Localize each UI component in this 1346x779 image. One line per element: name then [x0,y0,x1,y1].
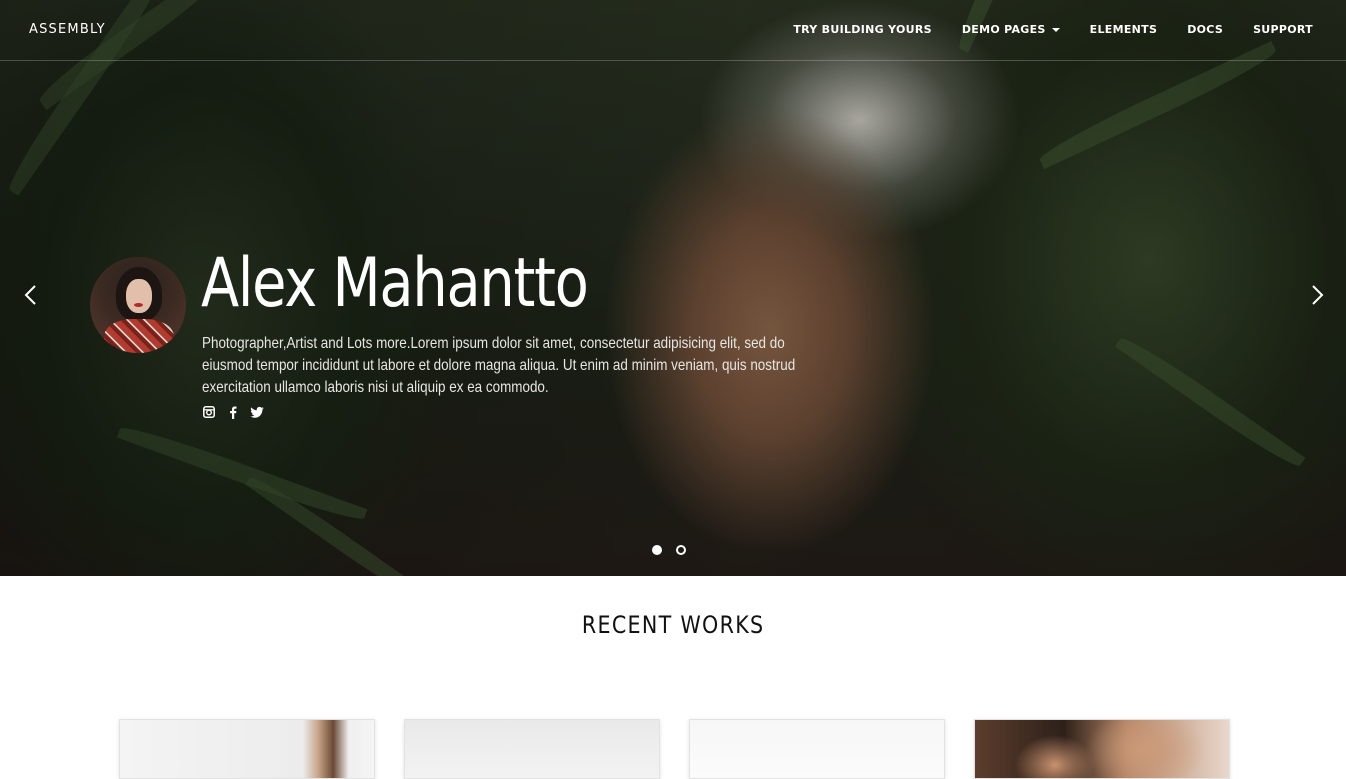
work-card-1[interactable] [119,719,375,779]
facebook-icon [230,406,237,419]
nav-try-building-yours[interactable]: TRY BUILDING YOURS [793,23,932,36]
twitter-link[interactable] [250,405,264,419]
section-title-text: RECENT WORKS [581,611,765,639]
instagram-link[interactable] [202,405,216,419]
carousel-indicators [652,545,686,555]
carousel-next-button[interactable] [1304,283,1328,307]
avatar-lips [134,303,143,307]
work-card-4[interactable] [974,719,1230,779]
avatar [90,257,186,353]
carousel-prev-button[interactable] [20,283,44,307]
carousel-indicator-2[interactable] [676,545,686,555]
work-card-2[interactable] [404,719,660,779]
nav-docs[interactable]: DOCS [1187,23,1223,36]
nav-menu: TRY BUILDING YOURS DEMO PAGES ELEMENTS D… [793,23,1313,36]
carousel-indicator-1[interactable] [652,545,662,555]
nav-demo-pages[interactable]: DEMO PAGES [962,23,1060,36]
nav-label: DOCS [1187,23,1224,36]
chevron-left-icon [24,285,36,305]
profile-name: Alex Mahantto [201,244,589,323]
top-navbar: ASSEMBLY TRY BUILDING YOURS DEMO PAGES E… [0,0,1346,61]
nav-label: ELEMENTS [1089,23,1158,36]
avatar-shirt [104,319,174,353]
avatar-face [126,279,152,313]
twitter-icon [250,406,264,418]
nav-label: SUPPORT [1253,23,1313,36]
facebook-link[interactable] [226,405,240,419]
chevron-right-icon [1312,285,1324,305]
nav-support[interactable]: SUPPORT [1253,23,1313,36]
nav-elements[interactable]: ELEMENTS [1090,23,1158,36]
profile-description: Photographer,Artist and Lots more.Lorem … [202,335,796,396]
caret-down-icon [1051,27,1060,32]
works-grid [119,719,1230,779]
hero-carousel: ASSEMBLY TRY BUILDING YOURS DEMO PAGES E… [0,0,1346,576]
section-title: RECENT WORKS [0,611,1346,639]
social-links [202,405,264,419]
brand-logo[interactable]: ASSEMBLY [29,22,106,37]
instagram-icon [203,406,215,418]
nav-label: TRY BUILDING YOURS [793,23,932,36]
nav-label: DEMO PAGES [961,23,1046,36]
work-card-3[interactable] [689,719,945,779]
